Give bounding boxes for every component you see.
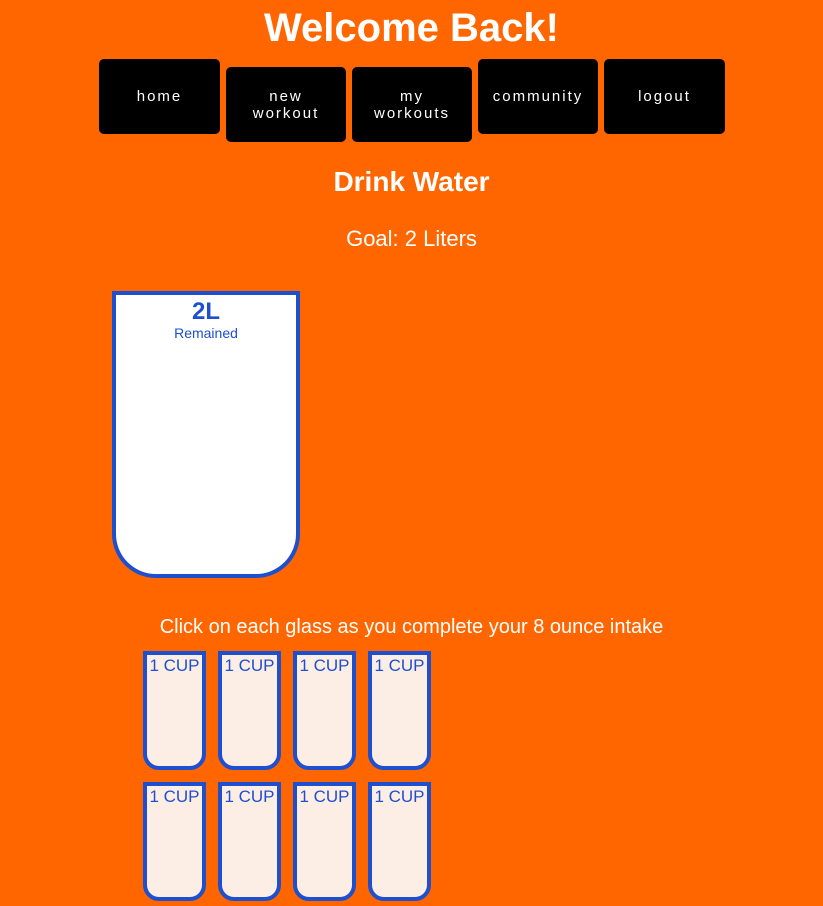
nav-new-workout-label-line1: new: [269, 87, 303, 105]
small-cup-label: 1 CUP: [299, 656, 350, 675]
small-cup[interactable]: 1 CUP: [143, 782, 206, 901]
small-cup-label: 1 CUP: [224, 787, 275, 806]
nav-logout-label: logout: [638, 88, 691, 105]
big-cup: 2L Remained: [112, 291, 300, 578]
small-cup[interactable]: 1 CUP: [293, 782, 356, 901]
nav-community-button[interactable]: community: [478, 59, 598, 134]
small-cup-label: 1 CUP: [299, 787, 350, 806]
page: Welcome Back! home new workout my workou…: [0, 0, 823, 906]
nav-logout-button[interactable]: logout: [604, 59, 725, 134]
small-cup-label: 1 CUP: [374, 787, 425, 806]
goal-text: Goal: 2 Liters: [346, 226, 477, 251]
liters-remaining: 2L: [191, 298, 220, 325]
nav-my-workouts-label-line1: my: [400, 87, 424, 105]
small-cup[interactable]: 1 CUP: [293, 651, 356, 770]
page-title: Welcome Back!: [264, 6, 559, 50]
remained-label: Remained: [174, 325, 238, 341]
small-cup[interactable]: 1 CUP: [218, 651, 281, 770]
small-cup[interactable]: 1 CUP: [368, 782, 431, 901]
nav-my-workouts-button[interactable]: my workouts: [352, 67, 472, 142]
drink-water-heading: Drink Water: [333, 166, 490, 197]
small-cup-label: 1 CUP: [374, 656, 425, 675]
nav-new-workout-button[interactable]: new workout: [226, 67, 346, 142]
nav-my-workouts-label-line2: workouts: [373, 104, 451, 122]
small-cup-label: 1 CUP: [149, 656, 200, 675]
nav-home-button[interactable]: home: [99, 59, 220, 134]
nav-community-label: community: [492, 88, 584, 105]
small-cup-label: 1 CUP: [149, 787, 200, 806]
small-cup[interactable]: 1 CUP: [143, 651, 206, 770]
nav-home-label: home: [136, 88, 183, 105]
instruction-text: Click on each glass as you complete your…: [159, 616, 664, 638]
small-cup[interactable]: 1 CUP: [218, 782, 281, 901]
nav-new-workout-label-line2: workout: [252, 104, 320, 122]
small-cup-label: 1 CUP: [224, 656, 275, 675]
small-cup[interactable]: 1 CUP: [368, 651, 431, 770]
